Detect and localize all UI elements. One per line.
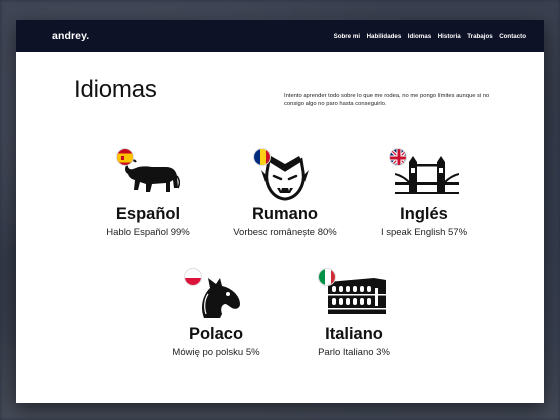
language-name: Rumano <box>252 205 318 223</box>
nav-menu: Sobre mi Habilidades Idiomas Historia Tr… <box>327 33 526 40</box>
language-card-espanol: Español Hablo Español 99% <box>78 148 218 238</box>
webpage-frame: andrey. Sobre mi Habilidades Idiomas His… <box>16 20 544 403</box>
language-card-polaco: Polaco Mówię po polsku 5% <box>146 268 286 358</box>
language-level: Mówię po polsku 5% <box>172 347 260 358</box>
nav-link-idiomas[interactable]: Idiomas <box>408 33 431 40</box>
spain-flag-icon <box>116 148 134 166</box>
language-card-ingles: Inglés I speak English 57% <box>354 148 494 238</box>
language-name: Italiano <box>325 325 383 343</box>
romania-flag-icon <box>253 148 271 166</box>
nav-link-habilidades[interactable]: Habilidades <box>367 33 402 40</box>
page-title: Idiomas <box>74 76 157 103</box>
language-level: Parlo Italiano 3% <box>318 347 390 358</box>
nav-link-sobre-mi[interactable]: Sobre mi <box>334 33 360 40</box>
uk-flag-icon <box>389 148 407 166</box>
nav-link-historia[interactable]: Historia <box>438 33 461 40</box>
poland-flag-icon <box>184 268 202 286</box>
language-level: Vorbesc românește 80% <box>233 227 337 238</box>
language-card-italiano: Italiano Parlo Italiano 3% <box>284 268 424 358</box>
brand-logo[interactable]: andrey. <box>52 30 89 42</box>
language-name: Polaco <box>188 325 244 343</box>
language-card-rumano: Rumano Vorbesc românește 80% <box>215 148 355 238</box>
language-level: I speak English 57% <box>380 227 468 238</box>
section-description: Intento aprender todo sobre lo que me ro… <box>284 93 490 107</box>
nav-link-contacto[interactable]: Contacto <box>499 33 526 40</box>
language-level: Hablo Español 99% <box>106 227 190 238</box>
navbar: andrey. Sobre mi Habilidades Idiomas His… <box>16 20 544 52</box>
nav-link-trabajos[interactable]: Trabajos <box>467 33 492 40</box>
italy-flag-icon <box>318 268 336 286</box>
language-name: Inglés <box>400 205 448 223</box>
language-name: Español <box>115 205 181 223</box>
